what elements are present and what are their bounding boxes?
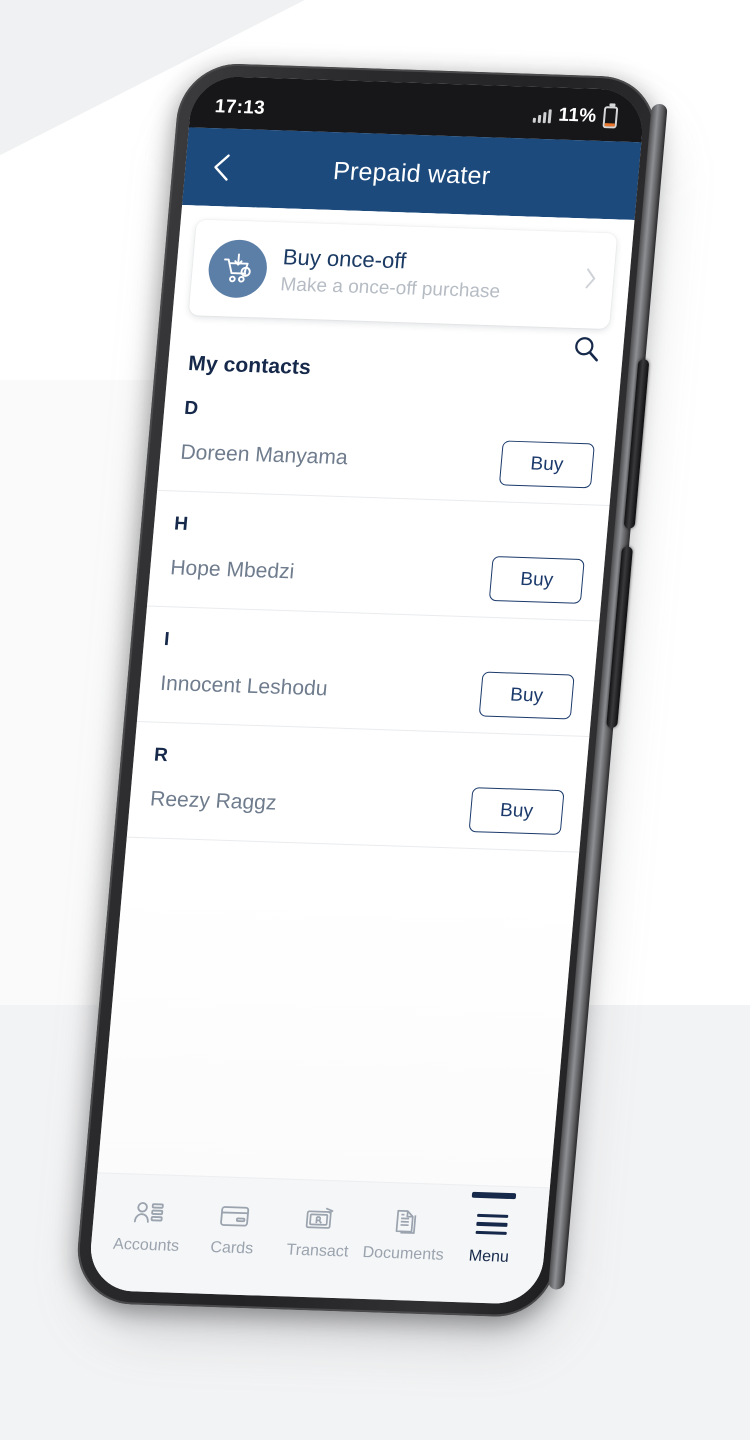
contact-row[interactable]: Reezy Raggz Buy (126, 765, 586, 853)
contact-name: Hope Mbedzi (169, 555, 296, 583)
nav-item-documents[interactable]: Documents (359, 1196, 450, 1265)
header-back-button[interactable] (198, 145, 246, 190)
nav-item-menu[interactable]: Menu (445, 1191, 536, 1268)
signal-bars-icon (532, 107, 552, 123)
content-scroll-area[interactable]: 1 Buy once-off Make a once-off purchase (97, 205, 635, 1188)
screenshot-stage: 17:13 11% Prepaid water 1 Buy once-off M… (0, 0, 750, 1440)
nav-item-transact[interactable]: Transact (274, 1193, 365, 1262)
buy-button[interactable]: Buy (468, 787, 565, 836)
buy-once-off-text: Buy once-off Make a once-off purchase (279, 243, 571, 307)
chevron-left-icon (214, 154, 230, 181)
contacts-list: D Doreen Manyama Buy H Hope Mbedzi Buy I Innoce… (126, 375, 620, 853)
app-header: Prepaid water (182, 127, 642, 221)
credit-card-icon (217, 1197, 253, 1234)
search-icon[interactable] (571, 334, 603, 364)
status-time: 17:13 (213, 96, 266, 119)
banknote-rand-icon (302, 1200, 338, 1237)
nav-label: Accounts (112, 1235, 180, 1255)
battery-percent-label: 11% (557, 104, 598, 127)
buy-once-off-card[interactable]: 1 Buy once-off Make a once-off purchase (188, 219, 618, 330)
nav-label: Menu (468, 1247, 510, 1266)
accounts-person-list-icon (131, 1195, 167, 1232)
app-body: 1 Buy once-off Make a once-off purchase (87, 205, 635, 1305)
bottom-navigation: Accounts Cards Transact Documents Menu (87, 1172, 550, 1305)
contact-name: Innocent Leshodu (159, 671, 329, 700)
contact-name: Doreen Manyama (179, 440, 349, 469)
cart-download-icon: 1 (206, 238, 270, 299)
buy-button[interactable]: Buy (488, 556, 585, 604)
hamburger-menu-icon (475, 1206, 509, 1243)
status-indicators: 11% (532, 100, 619, 129)
nav-item-cards[interactable]: Cards (188, 1191, 279, 1260)
contact-name: Reezy Raggz (149, 786, 278, 815)
nav-label: Documents (361, 1244, 445, 1264)
buy-button[interactable]: Buy (498, 440, 595, 489)
buy-button[interactable]: Buy (478, 671, 575, 720)
page-title: Prepaid water (332, 156, 492, 190)
buy-once-off-chevron (583, 266, 599, 295)
active-indicator (471, 1191, 517, 1200)
chevron-right-icon (585, 267, 596, 288)
documents-icon (388, 1203, 424, 1240)
nav-label: Transact (285, 1241, 350, 1261)
phone-body: 17:13 11% Prepaid water 1 Buy once-off M… (73, 62, 668, 1319)
nav-label: Cards (209, 1239, 254, 1258)
nav-item-accounts[interactable]: Accounts (102, 1188, 193, 1257)
battery-low-icon (602, 106, 619, 129)
